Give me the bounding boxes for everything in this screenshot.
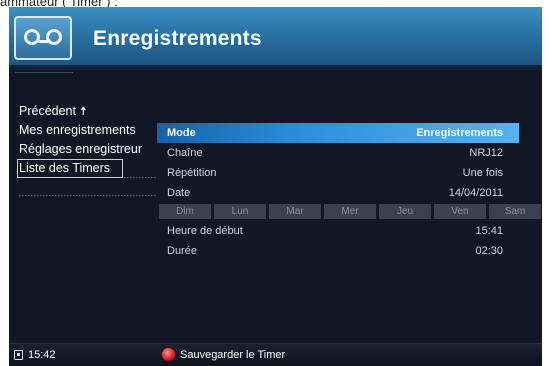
day-button-mar[interactable]: Mar xyxy=(269,204,321,219)
day-button-ven[interactable]: Ven xyxy=(434,204,486,219)
timer-settings-panel: Mode Enregistrements Chaîne NRJ12 Répéti… xyxy=(157,123,541,261)
setting-value: NRJ12 xyxy=(469,147,503,159)
setting-label: Date xyxy=(167,187,191,199)
sidebar-item-label: Mes enregistrements xyxy=(19,123,136,137)
header-divider xyxy=(15,72,73,73)
sidebar-item-label: Précédent xyxy=(19,104,76,118)
setting-value: Enregistrements xyxy=(416,127,503,139)
sidebar-item-reglages-enregistreur[interactable]: Réglages enregistreur xyxy=(19,140,159,159)
setting-row-date[interactable]: Date 14/04/2011 xyxy=(157,183,519,203)
tv-screen: Enregistrements Précédent 🠅 Mes enregistr… xyxy=(9,7,542,366)
sidebar-item-label: Réglages enregistreur xyxy=(19,142,142,156)
setting-label: Répétition xyxy=(167,167,217,179)
sidebar-item-liste-des-timers[interactable]: Liste des Timers xyxy=(17,159,123,178)
setting-row-mode[interactable]: Mode Enregistrements xyxy=(157,123,519,143)
day-button-jeu[interactable]: Jeu xyxy=(379,204,431,219)
setting-label: Durée xyxy=(167,245,197,257)
up-arrow-icon: 🠅 xyxy=(79,104,87,118)
header-shadow xyxy=(9,65,542,71)
red-button-icon[interactable] xyxy=(162,348,175,361)
day-button-lun[interactable]: Lun xyxy=(214,204,266,219)
footer-bar: 15:42 Sauvegarder le Timer xyxy=(9,343,542,366)
sidebar-item-label: Liste des Timers xyxy=(19,161,111,175)
day-button-dim[interactable]: Dim xyxy=(159,204,211,219)
day-button-mer[interactable]: Mer xyxy=(324,204,376,219)
sidebar-item-mes-enregistrements[interactable]: Mes enregistrements xyxy=(19,121,159,140)
setting-value: 15:41 xyxy=(475,225,503,237)
setting-label: Heure de début xyxy=(167,225,243,237)
clock-icon xyxy=(14,350,23,360)
setting-value: Une fois xyxy=(462,167,503,179)
setting-value: 14/04/2011 xyxy=(448,187,503,199)
save-timer-label[interactable]: Sauvegarder le Timer xyxy=(180,349,285,361)
setting-label: Chaîne xyxy=(167,147,203,159)
day-button-sam[interactable]: Sam xyxy=(489,204,541,219)
setting-row-heure-de-debut[interactable]: Heure de début 15:41 xyxy=(157,221,519,241)
sidebar: Précédent 🠅 Mes enregistrements Réglages … xyxy=(17,102,159,196)
setting-row-chaine[interactable]: Chaîne NRJ12 xyxy=(157,143,519,163)
header-bar: Enregistrements xyxy=(9,7,542,65)
setting-label: Mode xyxy=(167,127,196,139)
sidebar-item-precedent[interactable]: Précédent 🠅 xyxy=(19,102,159,121)
sidebar-divider xyxy=(19,195,156,196)
tape-recorder-icon xyxy=(14,16,72,60)
clock-time: 15:42 xyxy=(28,349,56,361)
setting-row-repetition[interactable]: Répétition Une fois xyxy=(157,163,519,183)
setting-value: 02:30 xyxy=(475,245,503,257)
weekday-selector: Dim Lun Mar Mer Jeu Ven Sam xyxy=(159,204,541,221)
setting-row-duree[interactable]: Durée 02:30 xyxy=(157,241,519,261)
page-title: Enregistrements xyxy=(93,27,262,50)
